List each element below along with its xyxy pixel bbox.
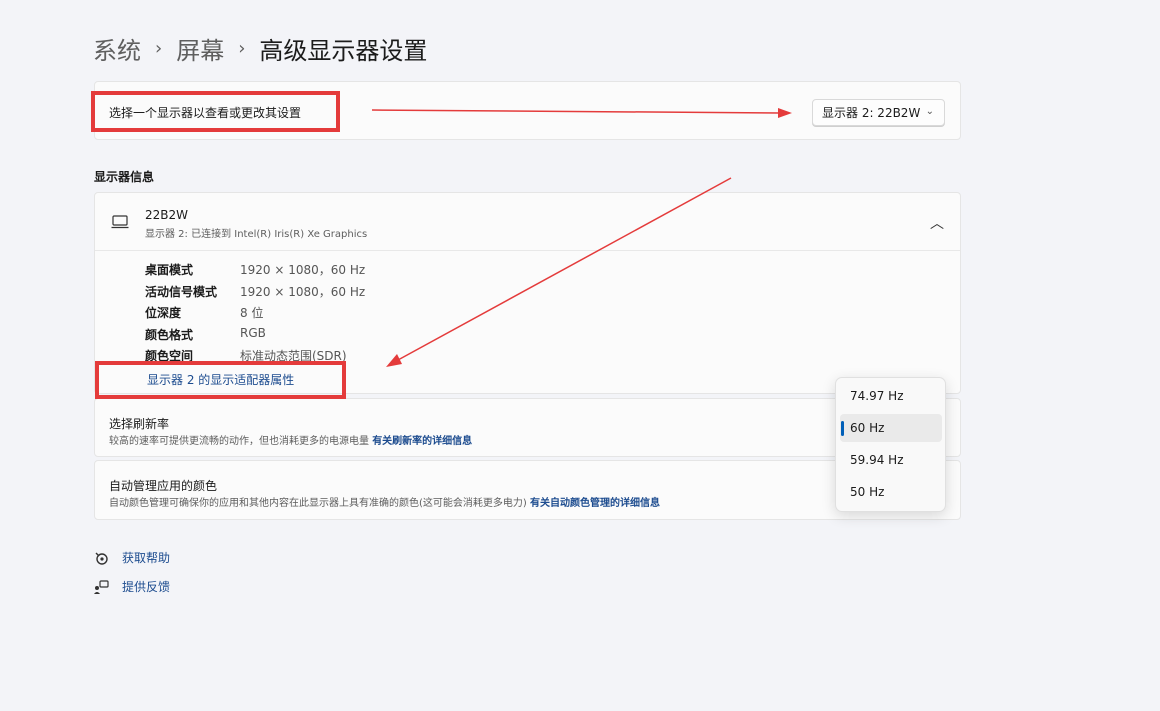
- annotation-arrowhead: [386, 354, 402, 367]
- annotation-arrow: [371, 109, 781, 114]
- annotation-arrows: [371, 108, 792, 367]
- annotation-arrow: [397, 177, 732, 361]
- annotation-arrowhead: [778, 108, 792, 118]
